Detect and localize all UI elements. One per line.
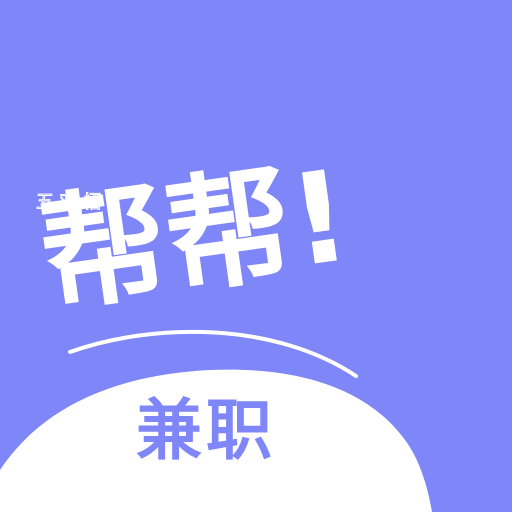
subtitle-label: 兼职 <box>136 392 276 469</box>
title-svg: 五 欢 悟 帮帮! <box>32 142 359 316</box>
app-icon: 五 欢 悟 帮帮! 兼职 <box>0 0 512 512</box>
app-logo-title: 五 欢 悟 帮帮! <box>30 96 470 316</box>
title-text: 帮帮! <box>32 142 359 316</box>
